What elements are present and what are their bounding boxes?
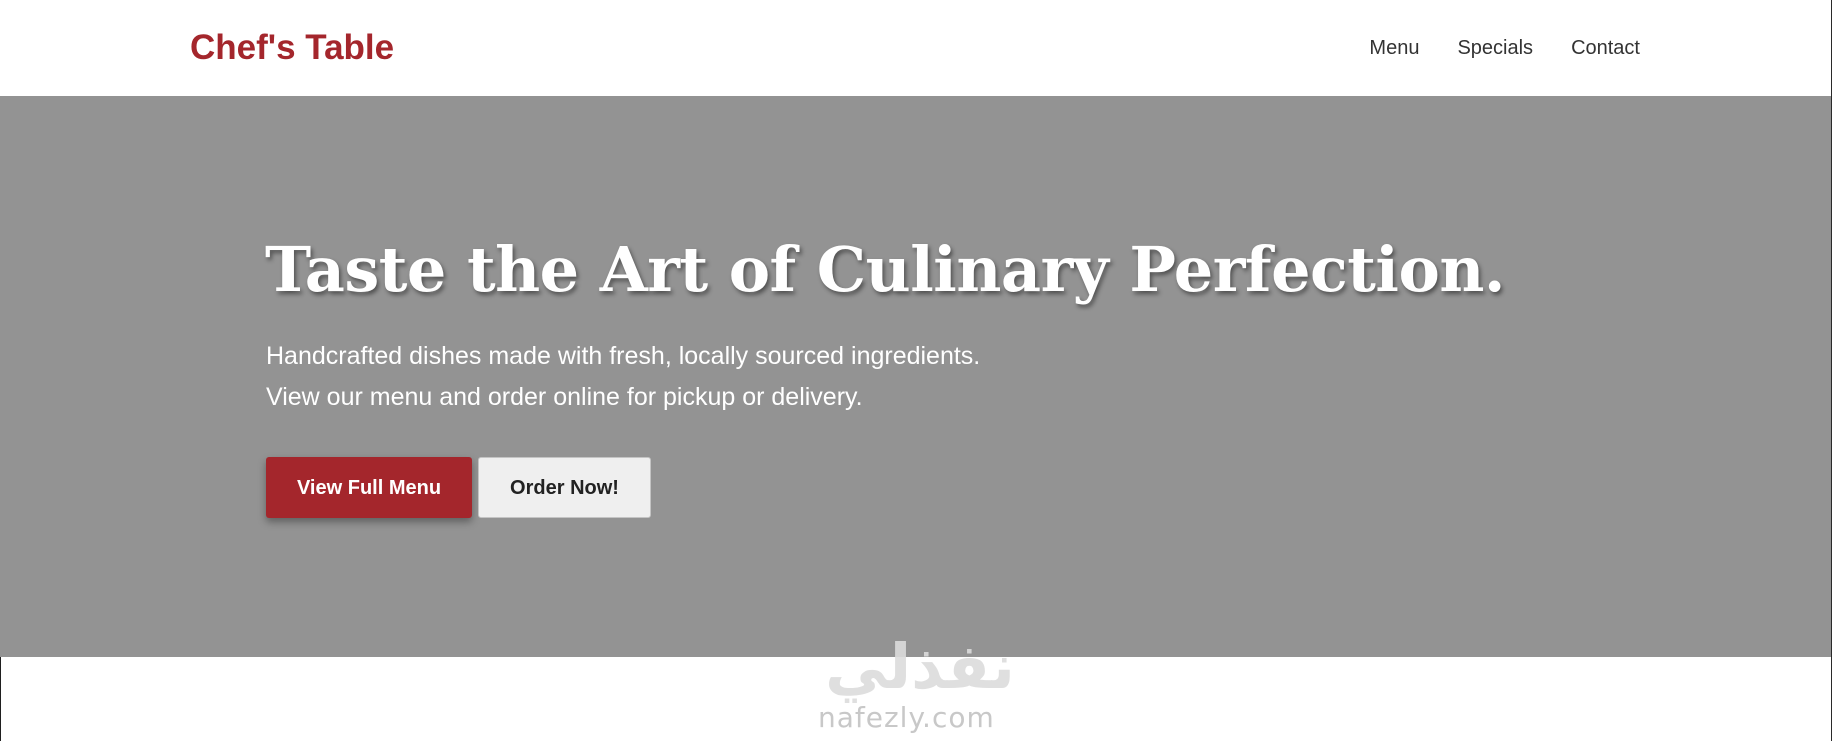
main-nav: Menu Specials Contact	[1369, 36, 1640, 60]
watermark-latin-text: nafezly.com	[818, 701, 995, 734]
nav-link-menu[interactable]: Menu	[1369, 36, 1419, 60]
hero-subtitle-line-1: Handcrafted dishes made with fresh, loca…	[266, 342, 981, 370]
nav-link-specials[interactable]: Specials	[1457, 36, 1533, 60]
hero-title: Taste the Art of Culinary Perfection.	[265, 233, 1506, 306]
nav-link-contact[interactable]: Contact	[1571, 36, 1640, 60]
hero-section: Taste the Art of Culinary Perfection. Ha…	[0, 96, 1831, 657]
hero-subtitle-line-2: View our menu and order online for picku…	[266, 383, 863, 411]
view-full-menu-button[interactable]: View Full Menu	[266, 457, 472, 518]
brand-logo[interactable]: Chef's Table	[190, 27, 394, 69]
site-header: Chef's Table Menu Specials Contact	[0, 0, 1831, 96]
order-now-button[interactable]: Order Now!	[478, 457, 651, 518]
